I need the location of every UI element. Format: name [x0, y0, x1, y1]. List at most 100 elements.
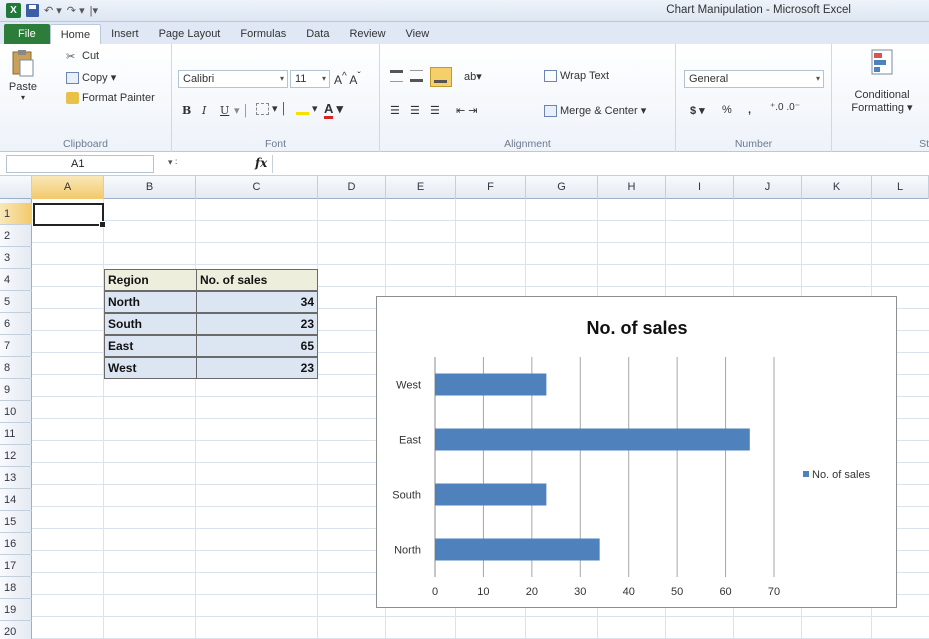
currency-button[interactable]: $ ▾	[690, 104, 705, 117]
column-header-f[interactable]: F	[456, 176, 526, 199]
row-header-12[interactable]: 12	[0, 445, 32, 467]
table-header-region[interactable]: Region	[104, 269, 197, 291]
copy-button[interactable]: Copy ▾	[66, 71, 116, 85]
styles-group-label: St	[919, 138, 929, 150]
format-painter-button[interactable]: Format Painter	[66, 92, 155, 105]
table-cell-sales[interactable]: 34	[196, 291, 318, 313]
underline-button[interactable]: U	[220, 104, 229, 117]
column-header-a[interactable]: A	[32, 176, 104, 199]
center-button[interactable]: ☰	[410, 104, 420, 117]
bar-chart[interactable]: No. of sales 0 10 20 30 40 50 60 70 North South Eas…	[376, 296, 897, 608]
insert-function-icon[interactable]: fx	[255, 156, 267, 170]
row-header-4[interactable]: 4	[0, 269, 32, 291]
row-header-19[interactable]: 19	[0, 599, 32, 621]
name-box-dropdown-icon[interactable]: ▾ ∶	[168, 157, 177, 168]
row-header-10[interactable]: 10	[0, 401, 32, 423]
font-name-combo[interactable]: Calibri ▾	[178, 70, 288, 88]
row-header-3[interactable]: 3	[0, 247, 32, 269]
cut-button[interactable]: ✂ Cut	[66, 50, 99, 63]
align-left-button[interactable]: ☰	[390, 104, 400, 117]
fill-color-button[interactable]: ▾	[296, 102, 318, 116]
borders-button[interactable]: ▾ │	[256, 102, 287, 116]
tab-home[interactable]: Home	[49, 24, 102, 44]
decrease-decimal-icon: .0⁻	[786, 102, 801, 113]
number-format-combo[interactable]: General ▾	[684, 70, 824, 88]
formula-input[interactable]	[272, 155, 929, 173]
conditional-formatting-button[interactable]: Conditional Formatting ▾	[840, 48, 924, 114]
orientation-button[interactable]: ab▾	[464, 70, 482, 83]
name-box[interactable]: A1	[6, 155, 154, 173]
row-header-1[interactable]: 1	[0, 203, 32, 225]
row-header-5[interactable]: 5	[0, 291, 32, 313]
column-header-e[interactable]: E	[386, 176, 456, 199]
active-cell-a1[interactable]	[33, 203, 106, 228]
number-group-label: Number	[734, 138, 773, 150]
row-header-18[interactable]: 18	[0, 577, 32, 599]
italic-button[interactable]: I	[202, 104, 206, 117]
table-cell-region[interactable]: North	[104, 291, 197, 313]
font-group-label: Font	[264, 138, 286, 150]
row-header-17[interactable]: 17	[0, 555, 32, 577]
column-header-d[interactable]: D	[318, 176, 386, 199]
percent-button[interactable]: %	[722, 104, 732, 116]
table-cell-sales[interactable]: 23	[196, 357, 318, 379]
row-header-6[interactable]: 6	[0, 313, 32, 335]
select-all-corner[interactable]	[0, 176, 32, 199]
row-header-20[interactable]: 20	[0, 621, 32, 639]
table-cell-sales[interactable]: 65	[196, 335, 318, 357]
grow-font-button[interactable]: A^ Aˇ	[334, 71, 361, 87]
font-size-combo[interactable]: 11 ▾	[290, 70, 330, 88]
table-cell-region[interactable]: South	[104, 313, 197, 335]
table-cell-sales[interactable]: 23	[196, 313, 318, 335]
tab-file[interactable]: File	[4, 24, 50, 44]
merge-center-label: Merge & Center	[560, 105, 638, 117]
table-cell-region[interactable]: East	[104, 335, 197, 357]
decimal-buttons[interactable]: ⁺.0 .0⁻	[770, 102, 800, 113]
row-header-2[interactable]: 2	[0, 225, 32, 247]
column-header-b[interactable]: B	[104, 176, 196, 199]
font-color-button[interactable]: A ▾	[324, 101, 343, 119]
column-header-g[interactable]: G	[526, 176, 598, 199]
column-header-l[interactable]: L	[872, 176, 929, 199]
row-header-9[interactable]: 9	[0, 379, 32, 401]
bottom-align-button[interactable]	[430, 67, 452, 87]
merge-center-button[interactable]: Merge & Center ▾	[544, 104, 646, 118]
tab-view[interactable]: View	[396, 24, 440, 44]
table-header-sales[interactable]: No. of sales	[196, 269, 318, 291]
gridline	[103, 199, 104, 639]
row-header-16[interactable]: 16	[0, 533, 32, 555]
column-header-h[interactable]: H	[598, 176, 666, 199]
conditional-formatting-icon	[871, 49, 893, 75]
column-header-i[interactable]: I	[666, 176, 734, 199]
tab-page-layout[interactable]: Page Layout	[149, 24, 231, 44]
copy-icon	[66, 72, 79, 85]
row-header-15[interactable]: 15	[0, 511, 32, 533]
column-header-j[interactable]: J	[734, 176, 802, 199]
row-header-14[interactable]: 14	[0, 489, 32, 511]
indent-icon: ⇤ ⇥	[456, 105, 478, 117]
underline-dropdown[interactable]: ▾ │	[234, 104, 249, 117]
column-header-c[interactable]: C	[196, 176, 318, 199]
column-header-k[interactable]: K	[802, 176, 872, 199]
font-color-icon: A	[324, 101, 333, 119]
tab-formulas[interactable]: Formulas	[230, 24, 296, 44]
bold-button[interactable]: B	[182, 104, 191, 117]
x-tick-label: 30	[574, 586, 586, 598]
row-header-7[interactable]: 7	[0, 335, 32, 357]
middle-align-button[interactable]	[410, 70, 426, 83]
category-label: East	[399, 435, 421, 447]
decrease-indent-button[interactable]: ⇤ ⇥	[456, 104, 478, 117]
tab-review[interactable]: Review	[339, 24, 395, 44]
row-header-11[interactable]: 11	[0, 423, 32, 445]
row-header-13[interactable]: 13	[0, 467, 32, 489]
tab-data[interactable]: Data	[296, 24, 339, 44]
comma-button[interactable]: ,	[748, 104, 751, 116]
tab-insert[interactable]: Insert	[101, 24, 149, 44]
top-align-button[interactable]	[390, 70, 406, 83]
row-header-8[interactable]: 8	[0, 357, 32, 379]
paste-button[interactable]: Paste ▾	[8, 48, 38, 102]
wrap-text-button[interactable]: Wrap Text	[544, 70, 609, 83]
number-format-value: General	[689, 73, 729, 85]
align-right-button[interactable]: ☰	[430, 104, 440, 117]
table-cell-region[interactable]: West	[104, 357, 197, 379]
